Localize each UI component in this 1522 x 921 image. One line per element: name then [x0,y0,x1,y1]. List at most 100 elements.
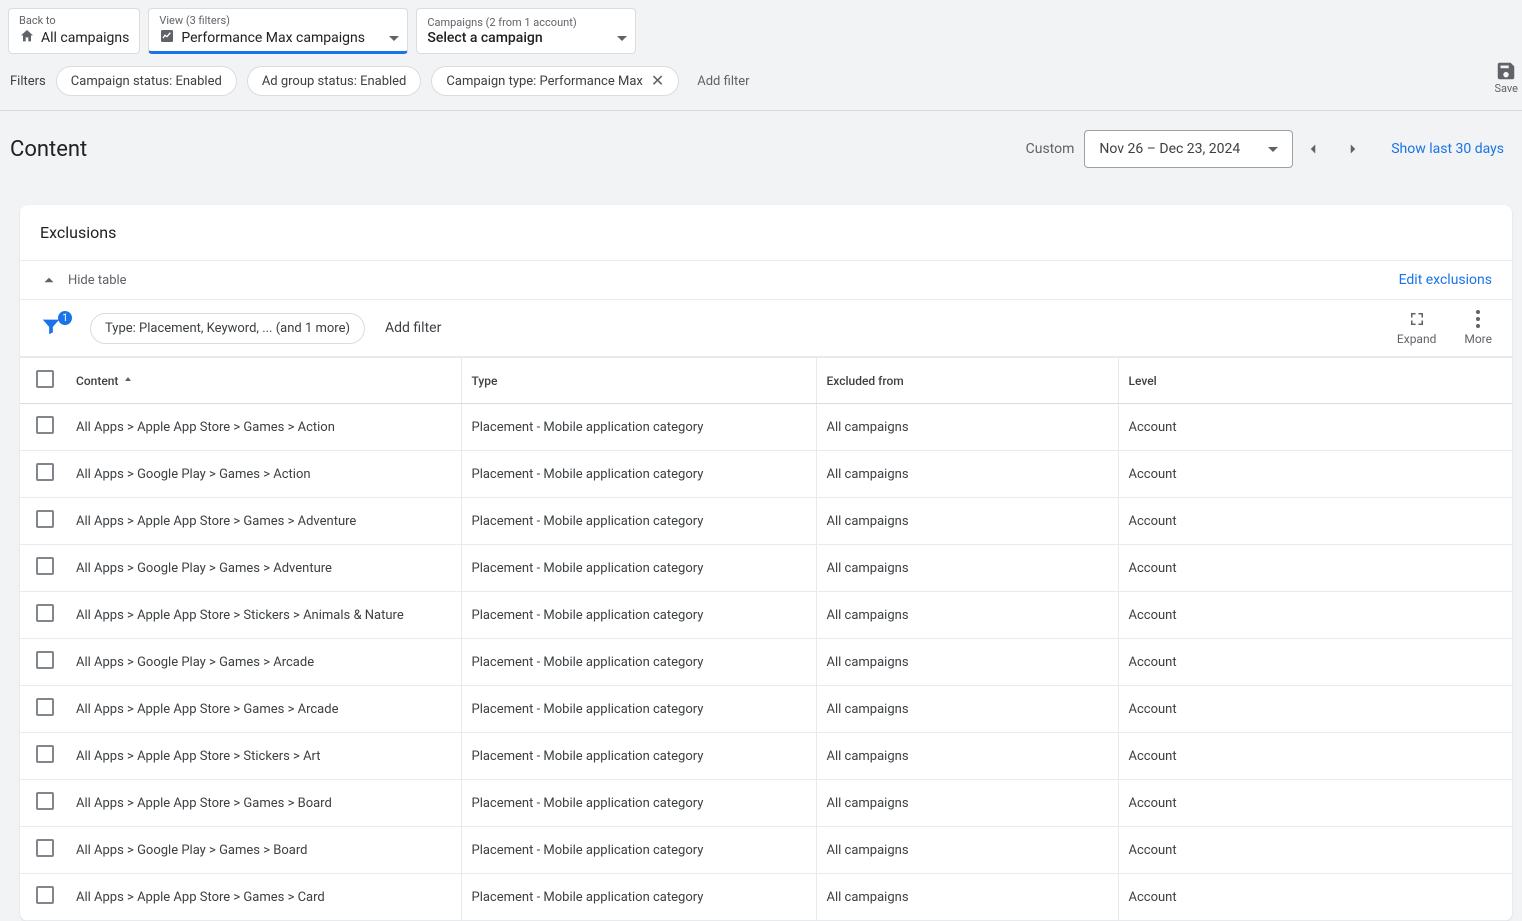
cell-content: All Apps > Google Play > Games > Arcade [66,639,461,686]
row-checkbox[interactable] [36,792,54,810]
cell-content: All Apps > Apple App Store > Games > Arc… [66,686,461,733]
row-checkbox[interactable] [36,886,54,904]
row-checkbox[interactable] [36,604,54,622]
top-nav: Back to All campaigns View (3 filters) P… [0,0,1522,58]
more-button[interactable]: More [1464,310,1492,346]
add-filter-button[interactable]: Add filter [385,320,441,336]
expand-label: Expand [1397,332,1436,346]
cell-level: Account [1118,451,1512,498]
cell-excluded: All campaigns [816,733,1118,780]
back-to-button[interactable]: Back to All campaigns [8,8,140,54]
row-checkbox[interactable] [36,463,54,481]
row-checkbox[interactable] [36,557,54,575]
cell-type: Placement - Mobile application category [461,545,816,592]
cell-type: Placement - Mobile application category [461,827,816,874]
cell-content: All Apps > Apple App Store > Games > Act… [66,404,461,451]
expand-button[interactable]: Expand [1397,310,1436,346]
date-next-button[interactable] [1333,129,1373,169]
filter-chip[interactable]: Campaign status: Enabled [56,66,237,96]
table-row: All Apps > Google Play > Games > BoardPl… [20,827,1512,874]
save-button[interactable]: Save [1490,58,1522,97]
row-checkbox[interactable] [36,839,54,857]
column-header-excluded[interactable]: Excluded from [827,374,904,388]
cell-excluded: All campaigns [816,874,1118,921]
date-prev-button[interactable] [1293,129,1333,169]
close-icon[interactable]: ✕ [651,73,664,89]
card-subheader: Hide table Edit exclusions [20,261,1512,300]
cell-level: Account [1118,592,1512,639]
cell-content: All Apps > Google Play > Games > Adventu… [66,545,461,592]
campaign-main-label: Select a campaign [427,30,542,46]
cell-content: All Apps > Apple App Store > Stickers > … [66,592,461,639]
cell-type: Placement - Mobile application category [461,780,816,827]
type-filter-chip[interactable]: Type: Placement, Keyword, ... (and 1 mor… [90,313,365,344]
cell-level: Account [1118,827,1512,874]
filter-chip[interactable]: Ad group status: Enabled [247,66,422,96]
cell-excluded: All campaigns [816,827,1118,874]
filter-chip-label: Campaign type: Performance Max [446,74,642,89]
view-small-label: View (3 filters) [159,14,399,28]
date-range-text: Nov 26 – Dec 23, 2024 [1099,141,1240,157]
chevron-up-icon [40,271,58,289]
table-row: All Apps > Apple App Store > Games > Arc… [20,686,1512,733]
row-checkbox[interactable] [36,416,54,434]
cell-level: Account [1118,404,1512,451]
filters-label: Filters [10,74,46,89]
row-checkbox[interactable] [36,510,54,528]
cell-type: Placement - Mobile application category [461,639,816,686]
cell-excluded: All campaigns [816,592,1118,639]
column-header-level[interactable]: Level [1129,374,1157,388]
cell-level: Account [1118,639,1512,686]
cell-content: All Apps > Apple App Store > Games > Adv… [66,498,461,545]
cell-type: Placement - Mobile application category [461,874,816,921]
chevron-right-icon [1344,140,1362,158]
cell-type: Placement - Mobile application category [461,451,816,498]
date-range-picker[interactable]: Nov 26 – Dec 23, 2024 [1084,130,1293,168]
cell-type: Placement - Mobile application category [461,592,816,639]
edit-exclusions-link[interactable]: Edit exclusions [1399,272,1492,288]
show-last-30-days-link[interactable]: Show last 30 days [1391,141,1504,157]
cell-excluded: All campaigns [816,451,1118,498]
select-all-checkbox[interactable] [36,370,54,388]
sort-asc-icon [122,375,134,387]
cell-level: Account [1118,874,1512,921]
hide-table-toggle[interactable]: Hide table [40,271,127,289]
cell-excluded: All campaigns [816,498,1118,545]
view-selector[interactable]: View (3 filters) Performance Max campaig… [148,8,408,54]
hide-table-label: Hide table [68,273,127,288]
filter-chip-label: Campaign status: Enabled [71,74,222,89]
column-header-type[interactable]: Type [472,374,498,388]
table-row: All Apps > Apple App Store > Games > Adv… [20,498,1512,545]
cell-content: All Apps > Apple App Store > Games > Car… [66,874,461,921]
more-label: More [1464,332,1492,346]
cell-excluded: All campaigns [816,780,1118,827]
row-checkbox[interactable] [36,698,54,716]
filter-chip[interactable]: Campaign type: Performance Max ✕ [431,66,679,96]
table-row: All Apps > Google Play > Games > Adventu… [20,545,1512,592]
chevron-down-icon [389,36,399,41]
cell-type: Placement - Mobile application category [461,404,816,451]
cell-content: All Apps > Apple App Store > Stickers > … [66,733,461,780]
campaign-selector[interactable]: Campaigns (2 from 1 account) Select a ca… [416,8,636,54]
chevron-down-icon [617,36,627,41]
table-row: All Apps > Apple App Store > Games > Boa… [20,780,1512,827]
row-checkbox[interactable] [36,745,54,763]
campaign-small-label: Campaigns (2 from 1 account) [427,16,627,30]
back-main-label: All campaigns [41,30,129,46]
filter-icon-button[interactable]: 1 [40,315,70,341]
chevron-down-icon [1268,147,1278,152]
table-row: All Apps > Google Play > Games > ArcadeP… [20,639,1512,686]
add-filter-inline[interactable]: Add filter [689,68,757,95]
cell-excluded: All campaigns [816,545,1118,592]
exclusions-table: Content Type Excluded from Level All App… [20,357,1512,921]
cell-content: All Apps > Apple App Store > Games > Boa… [66,780,461,827]
cell-type: Placement - Mobile application category [461,733,816,780]
cell-content: All Apps > Google Play > Games > Action [66,451,461,498]
back-small-label: Back to [19,14,129,28]
row-checkbox[interactable] [36,651,54,669]
cell-type: Placement - Mobile application category [461,498,816,545]
column-header-content[interactable]: Content [76,374,134,388]
page-header: Content Custom Nov 26 – Dec 23, 2024 Sho… [0,111,1522,175]
page-title: Content [10,137,87,162]
table-toolbar: 1 Type: Placement, Keyword, ... (and 1 m… [20,300,1512,357]
